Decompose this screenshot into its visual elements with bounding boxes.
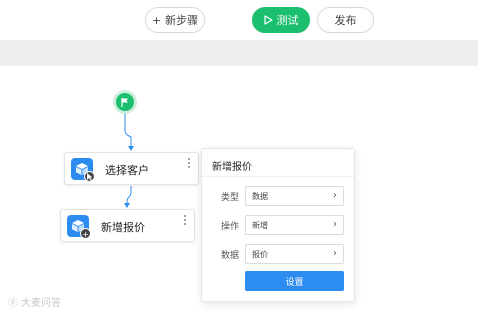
flow-node-add-quote[interactable]: + 新增报价 — [60, 209, 195, 242]
node-label: 选择客户 — [105, 164, 149, 177]
data-label: 数据 — [221, 251, 240, 261]
flow-node-select-customer[interactable]: 选择客户 — [64, 152, 199, 185]
start-node[interactable] — [116, 93, 134, 111]
chevron-right-icon: › — [333, 190, 337, 201]
operation-row: 操作 新增 › — [202, 215, 354, 235]
cursor-icon — [84, 171, 95, 182]
new-step-label: 新步骤 — [165, 14, 199, 27]
watermark-text: 大麦问答 — [21, 298, 61, 309]
canvas-header-band — [0, 40, 478, 66]
plus-icon: + — [80, 228, 91, 239]
operation-value: 新增 — [252, 221, 268, 230]
type-value: 数据 — [252, 192, 268, 201]
watermark: ⓟ 大麦问答 — [8, 294, 61, 309]
new-step-button[interactable]: + 新步骤 — [145, 7, 205, 33]
more-vertical-icon[interactable] — [188, 158, 191, 168]
panel-divider — [202, 176, 354, 177]
test-label: 测试 — [276, 14, 299, 27]
data-select[interactable]: 报价 › — [245, 244, 344, 264]
data-row: 数据 报价 › — [202, 244, 354, 264]
type-row: 类型 数据 › — [202, 186, 354, 206]
node-settings-panel: 新增报价 类型 数据 › 操作 新增 › 数据 报价 › 设置 — [201, 148, 355, 302]
operation-select[interactable]: 新增 › — [245, 215, 344, 235]
flag-icon — [121, 97, 128, 107]
play-icon — [263, 15, 273, 25]
toolbar: + 新步骤 测试 发布 — [0, 0, 478, 40]
test-button[interactable]: 测试 — [252, 7, 310, 33]
more-vertical-icon[interactable] — [184, 215, 187, 225]
settings-submit-button[interactable]: 设置 — [245, 271, 344, 291]
panel-title: 新增报价 — [212, 162, 252, 173]
node-label: 新增报价 — [101, 221, 145, 234]
type-label: 类型 — [221, 193, 240, 203]
data-value: 报价 — [252, 250, 268, 259]
chevron-right-icon: › — [333, 219, 337, 230]
publish-button[interactable]: 发布 — [317, 7, 374, 33]
plus-icon: + — [151, 13, 162, 27]
type-select[interactable]: 数据 › — [245, 186, 344, 206]
publish-label: 发布 — [334, 14, 357, 27]
watermark-logo-icon: ⓟ — [8, 298, 18, 309]
operation-label: 操作 — [221, 222, 240, 232]
chevron-right-icon: › — [333, 248, 337, 259]
